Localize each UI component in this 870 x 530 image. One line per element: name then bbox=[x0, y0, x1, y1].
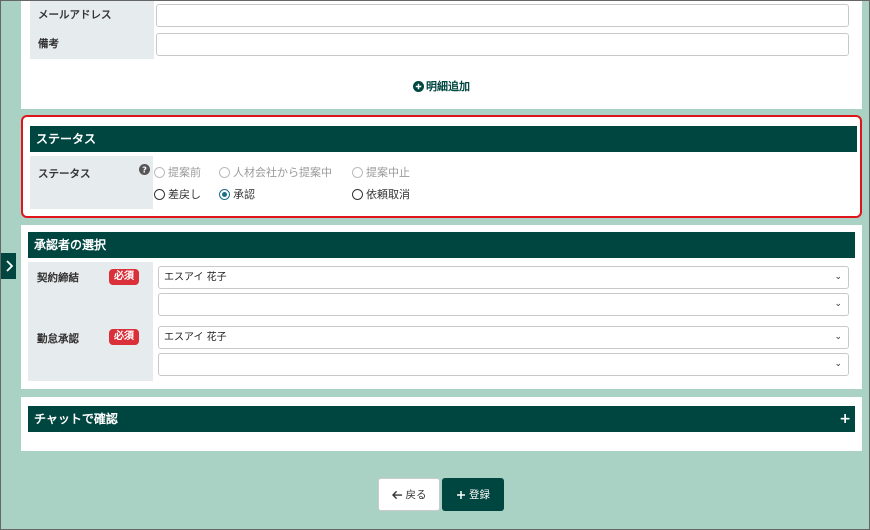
plus-icon[interactable]: + bbox=[839, 406, 851, 432]
contract-approver-select-2[interactable]: ⌄ bbox=[158, 293, 849, 316]
contract-label: 契約締結 bbox=[37, 272, 79, 284]
plus-icon bbox=[457, 490, 465, 499]
chevron-down-icon: ⌄ bbox=[834, 359, 842, 369]
back-button[interactable]: 戻る bbox=[378, 478, 440, 511]
status-radio-return[interactable]: 差戻し bbox=[154, 186, 201, 202]
status-section-header: ステータス bbox=[30, 126, 857, 152]
attendance-approver-select-2[interactable]: ⌄ bbox=[158, 353, 849, 376]
chevron-down-icon: ⌄ bbox=[834, 332, 842, 342]
svg-text:?: ? bbox=[142, 165, 147, 175]
email-field[interactable] bbox=[156, 4, 849, 27]
chat-section-header[interactable]: チャットで確認 + bbox=[28, 406, 855, 432]
radio-circle bbox=[219, 166, 230, 178]
status-radio-proposal-cancelled[interactable]: 提案中止 bbox=[352, 164, 410, 180]
radio-circle bbox=[352, 188, 363, 200]
required-badge: 必須 bbox=[109, 329, 139, 345]
add-detail-button[interactable]: 明細追加 bbox=[413, 78, 470, 94]
chat-panel: チャットで確認 + bbox=[21, 397, 862, 451]
approver-section-header: 承認者の選択 bbox=[28, 232, 855, 258]
attendance-approver-select-1[interactable]: エスアイ 花子 ⌄ bbox=[158, 326, 849, 349]
chevron-down-icon: ⌄ bbox=[834, 299, 842, 309]
chevron-right-icon bbox=[5, 260, 13, 272]
note-field[interactable] bbox=[156, 33, 849, 56]
plus-circle-icon bbox=[413, 80, 424, 92]
attendance-label: 勤怠承認 bbox=[37, 333, 79, 345]
email-label: メールアドレス bbox=[30, 1, 154, 29]
radio-circle bbox=[352, 166, 363, 178]
status-label: ステータス ? bbox=[30, 156, 153, 209]
radio-circle bbox=[154, 166, 165, 178]
status-radio-request-cancel[interactable]: 依頼取消 bbox=[352, 186, 410, 202]
approver-panel: 承認者の選択 契約締結 必須 エスアイ 花子 ⌄ ⌄ 勤怠承認 必須 エスアイ … bbox=[21, 225, 862, 389]
arrow-left-icon bbox=[391, 490, 402, 499]
required-badge: 必須 bbox=[109, 269, 139, 285]
status-panel: ステータス ステータス ? 提案前 人材会社から提案中 提案中止 差戻し 承認 … bbox=[21, 115, 862, 218]
radio-circle bbox=[154, 188, 165, 200]
contact-panel: メールアドレス 備考 明細追加 bbox=[21, 1, 862, 109]
sidebar-toggle-button[interactable] bbox=[1, 253, 16, 279]
contract-approver-select-1[interactable]: エスアイ 花子 ⌄ bbox=[158, 266, 849, 289]
chevron-down-icon: ⌄ bbox=[834, 272, 842, 282]
question-circle-icon[interactable]: ? bbox=[139, 164, 150, 175]
status-radio-before-proposal[interactable]: 提案前 bbox=[154, 164, 201, 180]
status-radio-proposing[interactable]: 人材会社から提案中 bbox=[219, 164, 332, 180]
status-radio-approve[interactable]: 承認 bbox=[219, 186, 255, 202]
add-detail-label: 明細追加 bbox=[426, 80, 470, 93]
register-button[interactable]: 登録 bbox=[442, 478, 504, 511]
note-label: 備考 bbox=[30, 29, 154, 59]
radio-circle bbox=[219, 188, 230, 200]
